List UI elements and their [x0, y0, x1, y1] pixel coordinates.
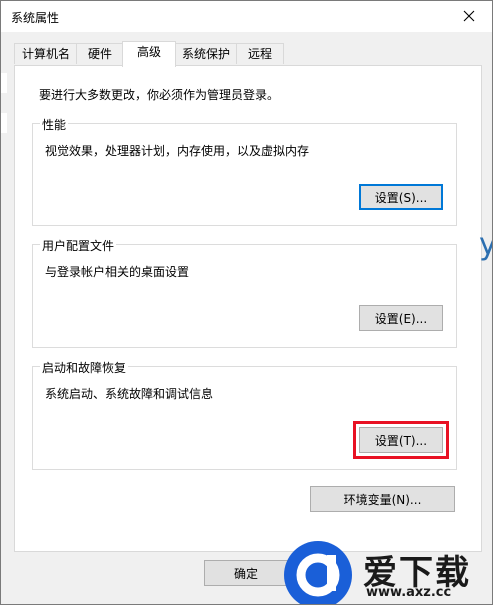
background-window-text: ys [479, 227, 492, 262]
advanced-tab-panel: 要进行大多数更改，你必须作为管理员登录。 性能 视觉效果，处理器计划，内存使用，… [14, 65, 482, 552]
tab-label: 系统保护 [181, 47, 230, 61]
watermark-url: www.axz.cc [366, 585, 452, 600]
background-window-fragment [1, 113, 7, 133]
tab-label: 计算机名 [21, 47, 70, 61]
tab-hardware[interactable]: 硬件 [76, 43, 124, 64]
window-title: 系统属性 [11, 11, 60, 25]
profile-settings-button[interactable]: 设置(E)... [359, 305, 443, 331]
ok-button[interactable]: 确定 [204, 560, 288, 586]
tab-computer-name[interactable]: 计算机名 [14, 43, 78, 64]
tab-system-protection[interactable]: 系统保护 [174, 43, 238, 64]
tab-label: 硬件 [87, 47, 112, 61]
user-profile-group: 用户配置文件 与登录帐户相关的桌面设置 设置(E)... [32, 237, 457, 348]
environment-variables-button[interactable]: 环境变量(N)... [310, 486, 455, 512]
group-description: 系统启动、系统故障和调试信息 [45, 387, 214, 401]
highlight-box [353, 421, 449, 459]
tab-advanced[interactable]: 高级 [122, 41, 176, 67]
tab-label: 远程 [247, 47, 272, 61]
performance-group: 性能 视觉效果，处理器计划，内存使用，以及虚拟内存 设置(S)... [32, 116, 457, 226]
group-title: 性能 [40, 116, 69, 133]
startup-recovery-group: 启动和故障恢复 系统启动、系统故障和调试信息 设置(T)... [32, 359, 457, 470]
system-properties-dialog: 系统属性 计算机名 硬件 高级 系统保护 远程 要进行大多数更改，你必须作为管理… [0, 0, 493, 605]
group-description: 视觉效果，处理器计划，内存使用，以及虚拟内存 [45, 144, 310, 158]
tab-label: 高级 [136, 45, 161, 59]
title-bar: 系统属性 [1, 1, 492, 32]
group-title: 用户配置文件 [40, 237, 117, 254]
group-description: 与登录帐户相关的桌面设置 [45, 265, 190, 279]
tab-remote[interactable]: 远程 [236, 43, 284, 64]
watermark-logo-icon [296, 553, 340, 597]
background-window-fragment [1, 73, 7, 93]
group-title: 启动和故障恢复 [40, 359, 129, 376]
close-button[interactable] [446, 1, 492, 32]
performance-settings-button[interactable]: 设置(S)... [359, 184, 443, 210]
admin-notice: 要进行大多数更改，你必须作为管理员登录。 [39, 88, 280, 102]
watermark-logo [284, 541, 352, 604]
close-icon [463, 10, 475, 22]
